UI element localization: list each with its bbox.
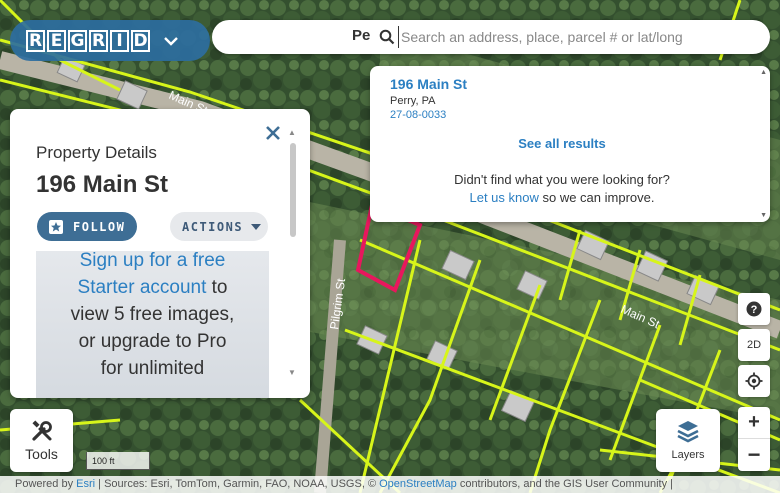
property-address: 196 Main St [36,171,169,198]
chevron-down-icon[interactable] [164,36,178,46]
scroll-down-icon[interactable]: ▼ [760,212,767,219]
tools-button[interactable]: Tools [10,409,73,472]
wrench-screwdriver-icon [32,420,52,441]
feedback-suffix: so we can improve. [538,190,655,205]
zoom-controls: + − [738,407,770,471]
scroll-down-icon[interactable]: ▼ [288,368,296,377]
svg-text:?: ? [751,304,758,316]
logo-letter: G [68,29,87,52]
scale-bar: 100 ft [86,452,150,470]
esri-link[interactable]: Esri [76,478,95,490]
search-input[interactable] [398,26,758,48]
crosshair-icon [745,372,763,390]
scroll-up-icon[interactable]: ▲ [288,128,296,137]
result-parcel-number: 27-08-0033 [390,109,447,121]
close-icon[interactable] [265,125,281,141]
search-results-dropdown: 196 Main St Perry, PA 27-08-0033 See all… [370,66,770,222]
not-found-message: Didn't find what you were looking for? [454,172,670,187]
star-icon [49,219,63,234]
scroll-up-icon[interactable]: ▲ [760,69,767,76]
see-all-results-link[interactable]: See all results [370,136,754,151]
brand-menu[interactable]: R E G R I D [10,20,210,61]
starter-account-link[interactable]: Starter account [78,277,207,298]
help-icon: ? [746,301,762,317]
upsell-text: Sign up for a free Starter account to vi… [36,251,269,382]
logo-letter: I [110,29,129,52]
layers-label: Layers [671,449,705,461]
upsell-line-2-suffix: to [206,277,228,298]
actions-dropdown-button[interactable]: ACTIONS [170,212,268,241]
result-title-link[interactable]: 196 Main St [390,76,467,92]
view-mode-toggle[interactable]: 2D [738,329,770,361]
regrid-logo: R E G R I D [26,29,150,52]
attribution-sources: | Sources: Esri, TomTom, Garmin, FAO, NO… [95,478,380,490]
osm-link[interactable]: OpenStreetMap [379,478,457,490]
upsell-line-5: for unlimited [100,358,205,379]
tools-label: Tools [25,446,58,462]
logo-letter: E [47,29,66,52]
upsell-line-3: view 5 free images, [70,304,235,325]
map-attribution: Powered by Esri | Sources: Esri, TomTom,… [0,476,780,493]
layers-icon [677,421,699,443]
logo-letter: D [131,29,150,52]
search-icon [379,29,395,45]
zoom-out-button[interactable]: − [738,439,770,471]
logo-letter: R [89,29,108,52]
panel-heading: Property Details [36,143,157,162]
attribution-powered: Powered by [15,478,77,490]
panel-scrollbar[interactable] [290,143,296,237]
search-prefix-text: Pe [352,27,371,44]
result-city: Perry, PA [390,95,436,107]
search-bar[interactable]: Pe [212,20,770,54]
actions-label: ACTIONS [182,219,244,234]
logo-letter: R [26,29,45,52]
locate-button[interactable] [738,365,770,397]
property-details-panel: ▲ ▼ Property Details 196 Main St FOLLOW … [10,109,310,398]
layers-button[interactable]: Layers [656,409,720,472]
upsell-line-4: or upgrade to Pro [78,331,227,352]
follow-label: FOLLOW [73,219,126,234]
caret-down-icon [251,223,262,230]
follow-button[interactable]: FOLLOW [37,212,137,241]
upsell-banner: Sign up for a free Starter account to vi… [36,251,269,398]
attribution-rest: contributors, and the GIS User Community… [456,478,673,490]
zoom-in-button[interactable]: + [738,407,770,439]
upsell-line-1: Sign up for a free [79,251,226,271]
help-button[interactable]: ? [738,293,770,325]
feedback-line: Let us know so we can improve. [370,190,754,205]
let-us-know-link[interactable]: Let us know [470,190,539,205]
